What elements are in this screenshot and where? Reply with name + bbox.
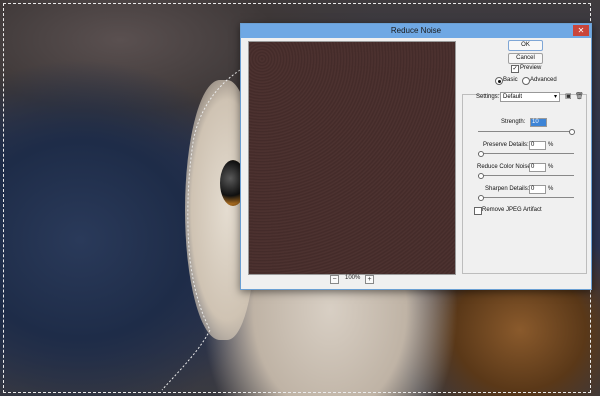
preserve-slider-thumb[interactable] — [478, 151, 484, 157]
preview-label: Preview — [520, 65, 542, 71]
sharpen-slider-thumb[interactable] — [478, 195, 484, 201]
sharpen-unit: % — [548, 186, 554, 192]
dialog-titlebar[interactable]: Reduce Noise ✕ — [241, 24, 591, 38]
strength-slider-thumb[interactable] — [569, 129, 575, 135]
close-button[interactable]: ✕ — [573, 25, 589, 36]
cancel-button[interactable]: Cancel — [508, 53, 543, 64]
preserve-slider-track[interactable] — [478, 153, 574, 154]
chevron-down-icon: ▾ — [553, 94, 557, 100]
jpeg-artifact-checkbox[interactable] — [474, 207, 482, 215]
color-noise-field[interactable]: 0 — [529, 163, 546, 172]
noise-preview[interactable] — [248, 41, 456, 275]
zoom-level: 100% — [345, 275, 361, 281]
settings-value: Default — [503, 94, 523, 100]
jpeg-artifact-label: Remove JPEG Artifact — [482, 207, 542, 213]
dialog-title: Reduce Noise — [390, 26, 442, 35]
preview-checkbox[interactable]: ✓ — [511, 65, 519, 73]
color-noise-unit: % — [548, 164, 554, 170]
sharpen-slider-track[interactable] — [478, 197, 574, 198]
sharpen-label: Sharpen Details: — [485, 186, 530, 192]
zoom-in-button[interactable]: + — [365, 275, 374, 284]
color-noise-slider-track[interactable] — [478, 175, 574, 176]
preserve-field[interactable]: 0 — [529, 141, 546, 150]
reduce-noise-dialog: Reduce Noise ✕ − 100% + OK Cancel ✓ Prev… — [240, 23, 592, 290]
preserve-unit: % — [548, 142, 554, 148]
basic-radio[interactable] — [495, 77, 503, 85]
basic-label: Basic — [503, 77, 518, 83]
minus-icon: − — [332, 276, 337, 283]
advanced-radio[interactable] — [522, 77, 530, 85]
trash-icon[interactable]: 🗑 — [575, 92, 584, 100]
strength-slider-track[interactable] — [478, 131, 574, 132]
strength-field[interactable]: 10 — [530, 118, 547, 127]
save-settings-icon[interactable]: ▣ — [565, 92, 572, 100]
strength-label: Strength: — [501, 119, 526, 125]
preserve-label: Preserve Details: — [483, 142, 529, 148]
settings-dropdown[interactable]: Default ▾ — [500, 92, 560, 102]
close-icon: ✕ — [577, 26, 585, 35]
plus-icon: + — [367, 276, 372, 283]
sharpen-field[interactable]: 0 — [529, 185, 546, 194]
zoom-out-button[interactable]: − — [330, 275, 339, 284]
color-noise-slider-thumb[interactable] — [478, 173, 484, 179]
advanced-label: Advanced — [530, 77, 557, 83]
ok-button[interactable]: OK — [508, 40, 543, 51]
settings-label: Settings: — [476, 94, 500, 100]
color-noise-label: Reduce Color Noise: — [477, 164, 533, 170]
